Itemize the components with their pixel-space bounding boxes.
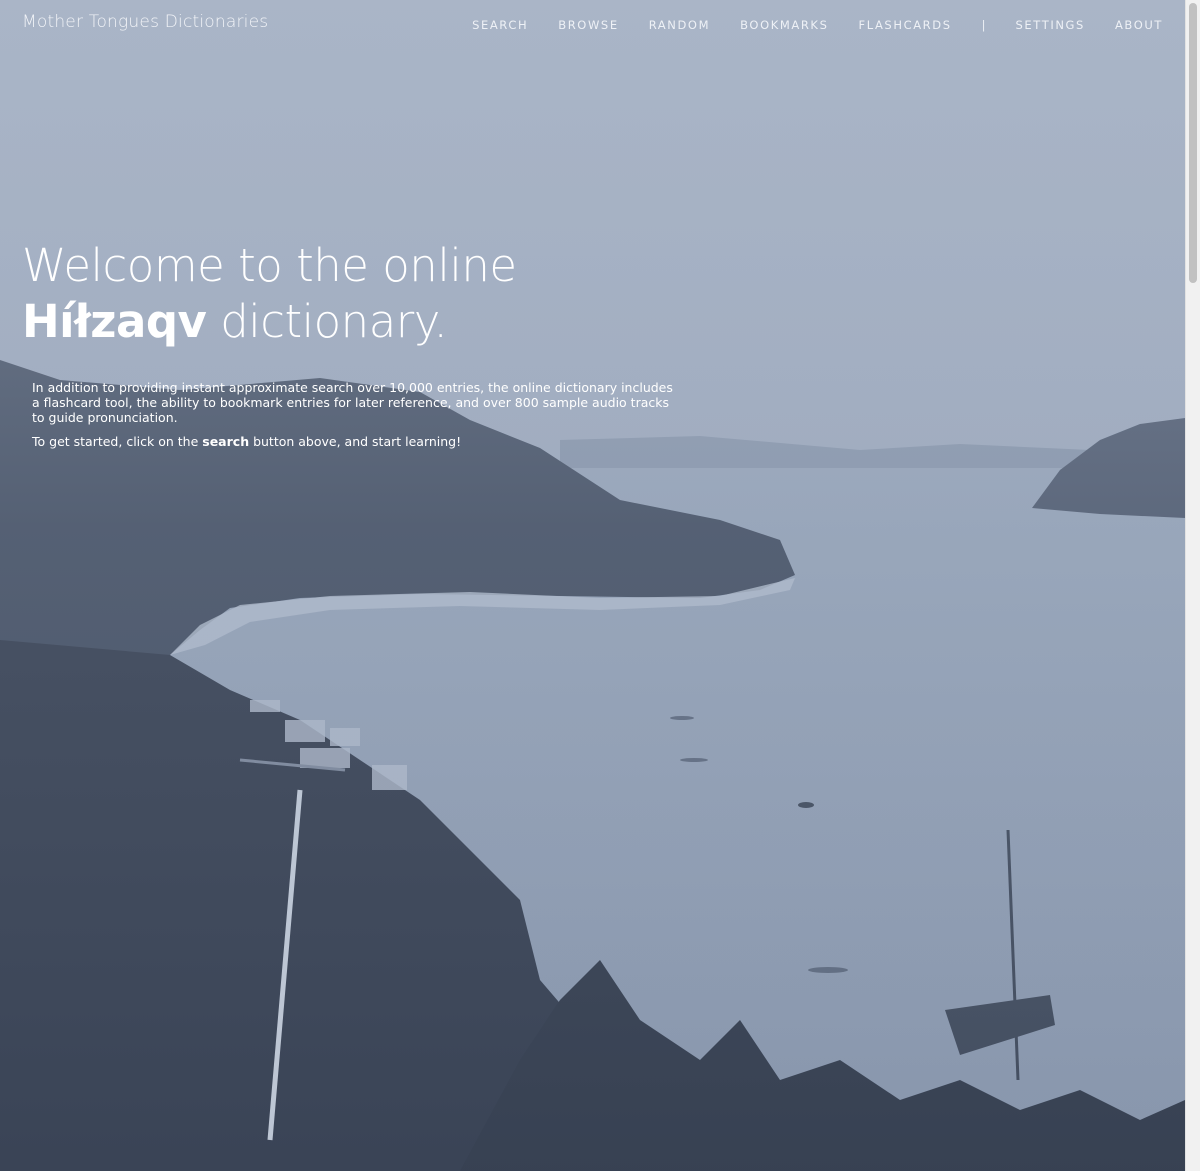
page: Mother Tongues Dictionaries SEARCH BROWS… [0,0,1200,1171]
site-brand-link[interactable]: Mother Tongues Dictionaries [22,12,268,32]
nav-random-link[interactable]: RANDOM [649,18,710,32]
nav-separator: | [981,18,986,32]
welcome-heading-line2: dictionary. [206,295,448,348]
scrollbar-thumb[interactable] [1189,3,1197,283]
welcome-heading: Welcome to the online Híłzaqv dictionary… [22,238,722,350]
nav-flashcards-link[interactable]: FLASHCARDS [858,18,951,32]
nav-bookmarks-link[interactable]: BOOKMARKS [740,18,828,32]
intro-p2-before: To get started, click on the [32,434,203,449]
vertical-scrollbar[interactable] [1185,0,1200,1171]
intro-p2-after: button above, and start learning! [249,434,462,449]
intro-text: In addition to providing instant approxi… [32,380,682,458]
intro-search-keyword: search [202,434,250,449]
nav-search-link[interactable]: SEARCH [472,18,528,32]
background-photo [0,0,1185,1171]
top-navigation-bar: Mother Tongues Dictionaries SEARCH BROWS… [0,0,1185,50]
welcome-heading-line1: Welcome to the online [22,239,517,292]
main-nav: SEARCH BROWSE RANDOM BOOKMARKS FLASHCARD… [442,18,1163,32]
hero-section: Welcome to the online Híłzaqv dictionary… [22,238,722,350]
language-name: Híłzaqv [22,295,207,348]
landscape-illustration [0,0,1185,1171]
intro-paragraph-1: In addition to providing instant approxi… [32,380,673,425]
nav-about-link[interactable]: ABOUT [1115,18,1163,32]
nav-settings-link[interactable]: SETTINGS [1016,18,1085,32]
nav-browse-link[interactable]: BROWSE [558,18,618,32]
intro-paragraph-2: To get started, click on the search butt… [32,434,682,449]
